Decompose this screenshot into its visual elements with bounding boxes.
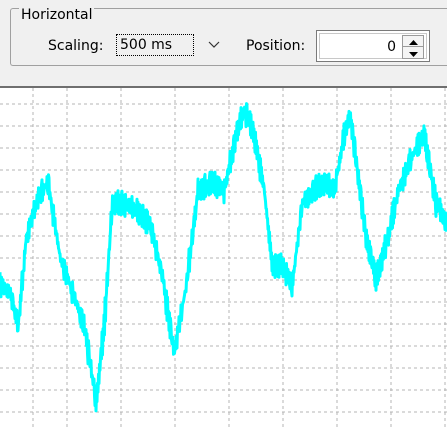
scaling-label: Scaling: bbox=[48, 38, 104, 54]
spin-down-button[interactable] bbox=[402, 47, 424, 59]
scaling-value[interactable]: 500 ms bbox=[116, 34, 194, 56]
scaling-combobox[interactable]: 500 ms bbox=[114, 31, 228, 59]
triangle-down-icon bbox=[408, 45, 418, 61]
spin-buttons bbox=[402, 35, 424, 59]
group-title: Horizontal bbox=[19, 6, 95, 24]
chevron-down-icon[interactable] bbox=[200, 31, 228, 59]
position-value[interactable]: 0 bbox=[387, 38, 396, 56]
signal-plot[interactable] bbox=[0, 88, 447, 428]
plot-canvas bbox=[0, 88, 447, 428]
position-field[interactable]: 0 bbox=[319, 33, 427, 59]
position-spinbox[interactable]: 0 bbox=[316, 30, 430, 62]
position-label: Position: bbox=[246, 38, 306, 54]
